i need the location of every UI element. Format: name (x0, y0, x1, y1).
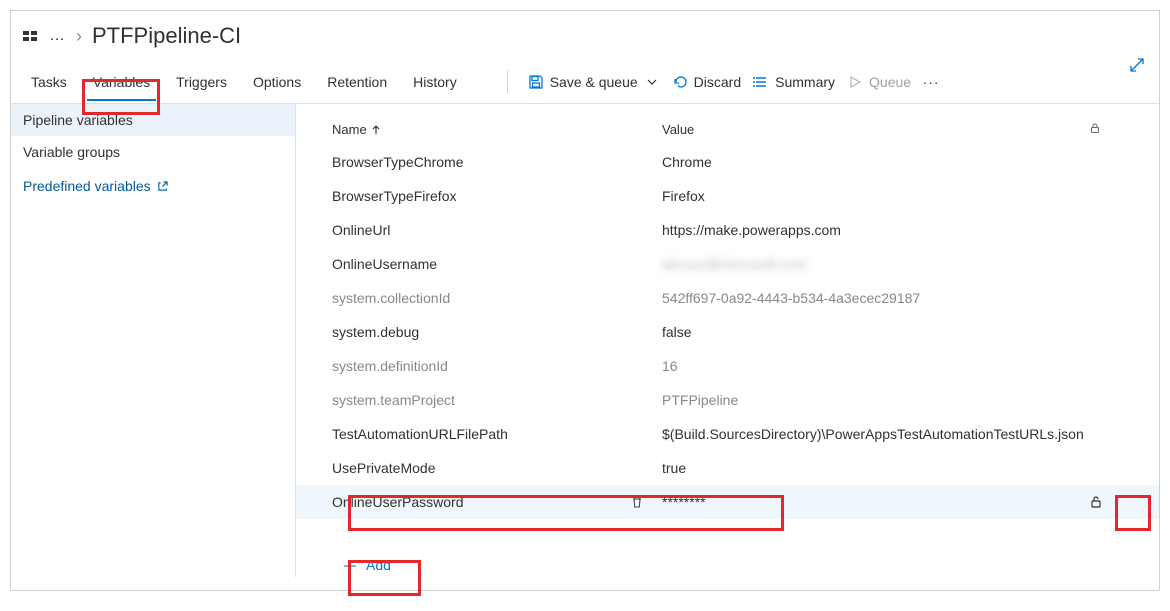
variable-row[interactable]: BrowserTypeChromeChrome (296, 145, 1159, 179)
discard-button[interactable]: Discard (666, 74, 747, 100)
add-variable-button[interactable]: ＋ Add (332, 549, 401, 577)
variable-row[interactable]: OnlineUrlhttps://make.powerapps.com (296, 213, 1159, 247)
content-area: Pipeline variables Variable groups Prede… (11, 104, 1159, 577)
variable-name[interactable]: BrowserTypeFirefox (332, 188, 662, 204)
variable-value[interactable]: ******** (662, 494, 1089, 510)
variable-row[interactable]: OnlineUsernameabcxyz@microsoft.com (296, 247, 1159, 281)
variable-value[interactable]: https://make.powerapps.com (662, 222, 1089, 238)
predefined-variables-link[interactable]: Predefined variables (11, 168, 180, 204)
variable-name[interactable]: TestAutomationURLFilePath (332, 426, 662, 442)
tab-triggers[interactable]: Triggers (166, 74, 237, 100)
variable-value[interactable]: $(Build.SourcesDirectory)\PowerAppsTestA… (662, 426, 1089, 442)
summary-label: Summary (775, 74, 835, 90)
variable-name[interactable]: system.debug (332, 324, 662, 340)
variable-name[interactable]: OnlineUserPassword (332, 494, 662, 510)
discard-label: Discard (694, 74, 741, 90)
variable-name[interactable]: system.teamProject (332, 392, 662, 408)
delete-icon[interactable] (630, 495, 648, 509)
variable-row[interactable]: TestAutomationURLFilePath$(Build.Sources… (296, 417, 1159, 451)
save-icon (528, 74, 544, 90)
variable-row[interactable]: system.collectionId542ff697-0a92-4443-b5… (296, 281, 1159, 315)
name-column-header[interactable]: Name (332, 122, 367, 137)
save-and-queue-label: Save & queue (550, 74, 638, 90)
variable-value[interactable]: true (662, 460, 1089, 476)
grid-header: Name Value (296, 112, 1159, 145)
sidebar-item-variable-groups[interactable]: Variable groups (11, 136, 295, 168)
queue-label: Queue (869, 74, 911, 90)
variable-row[interactable]: OnlineUserPassword******** (296, 485, 1159, 519)
variable-value[interactable]: false (662, 324, 1089, 340)
variable-row[interactable]: system.definitionId16 (296, 349, 1159, 383)
breadcrumb: … › PTFPipeline-CI (11, 11, 1159, 49)
chevron-down-icon (644, 74, 660, 90)
variable-value[interactable]: abcxyz@microsoft.com (662, 256, 1089, 272)
variable-name[interactable]: system.collectionId (332, 290, 662, 306)
tab-options[interactable]: Options (243, 74, 311, 100)
chevron-right-icon: › (76, 26, 82, 47)
more-icon: ··· (923, 74, 939, 90)
main-panel: Name Value BrowserTypeChromeChromeBrowse… (296, 104, 1159, 577)
variable-row[interactable]: system.debugfalse (296, 315, 1159, 349)
tab-retention[interactable]: Retention (317, 74, 397, 100)
variable-name[interactable]: BrowserTypeChrome (332, 154, 662, 170)
list-icon (753, 74, 769, 90)
variable-value[interactable]: 542ff697-0a92-4443-b534-4a3ecec29187 (662, 290, 1089, 306)
queue-button: Queue (841, 74, 917, 100)
separator (507, 71, 508, 93)
variable-name[interactable]: UsePrivateMode (332, 460, 662, 476)
variable-row[interactable]: system.teamProjectPTFPipeline (296, 383, 1159, 417)
variable-value[interactable]: PTFPipeline (662, 392, 1089, 408)
pipeline-title: PTFPipeline-CI (92, 23, 241, 49)
tab-tasks[interactable]: Tasks (21, 74, 77, 100)
value-column-header[interactable]: Value (662, 122, 1089, 137)
sort-asc-icon (371, 125, 381, 135)
summary-button[interactable]: Summary (747, 74, 841, 100)
lock-icon[interactable] (1089, 495, 1129, 509)
sidebar-item-pipeline-variables[interactable]: Pipeline variables (11, 104, 295, 136)
tab-variables[interactable]: Variables (83, 74, 160, 100)
variable-row[interactable]: UsePrivateModetrue (296, 451, 1159, 485)
variable-name[interactable]: OnlineUrl (332, 222, 662, 238)
variable-value[interactable]: 16 (662, 358, 1089, 374)
variable-name[interactable]: OnlineUsername (332, 256, 662, 272)
lock-column-header (1089, 122, 1129, 137)
tab-history[interactable]: History (403, 74, 467, 100)
undo-icon (672, 74, 688, 90)
project-icon[interactable] (21, 27, 39, 45)
predefined-variables-label: Predefined variables (23, 178, 151, 194)
toolbar: Save & queue Discard Summary (493, 71, 945, 103)
expand-icon[interactable] (1129, 57, 1145, 73)
add-label: Add (366, 557, 391, 573)
external-link-icon (157, 181, 168, 192)
variable-value[interactable]: Firefox (662, 188, 1089, 204)
side-panel: Pipeline variables Variable groups Prede… (11, 104, 296, 577)
save-and-queue-button[interactable]: Save & queue (522, 74, 666, 100)
play-icon (847, 74, 863, 90)
tabs-row: Tasks Variables Triggers Options Retenti… (11, 49, 1159, 104)
breadcrumb-ellipsis[interactable]: … (49, 27, 66, 45)
variables-grid: BrowserTypeChromeChromeBrowserTypeFirefo… (296, 145, 1159, 519)
variable-value[interactable]: Chrome (662, 154, 1089, 170)
more-actions-button[interactable]: ··· (917, 74, 945, 100)
variable-name[interactable]: system.definitionId (332, 358, 662, 374)
variable-row[interactable]: BrowserTypeFirefoxFirefox (296, 179, 1159, 213)
plus-icon: ＋ (342, 553, 358, 577)
